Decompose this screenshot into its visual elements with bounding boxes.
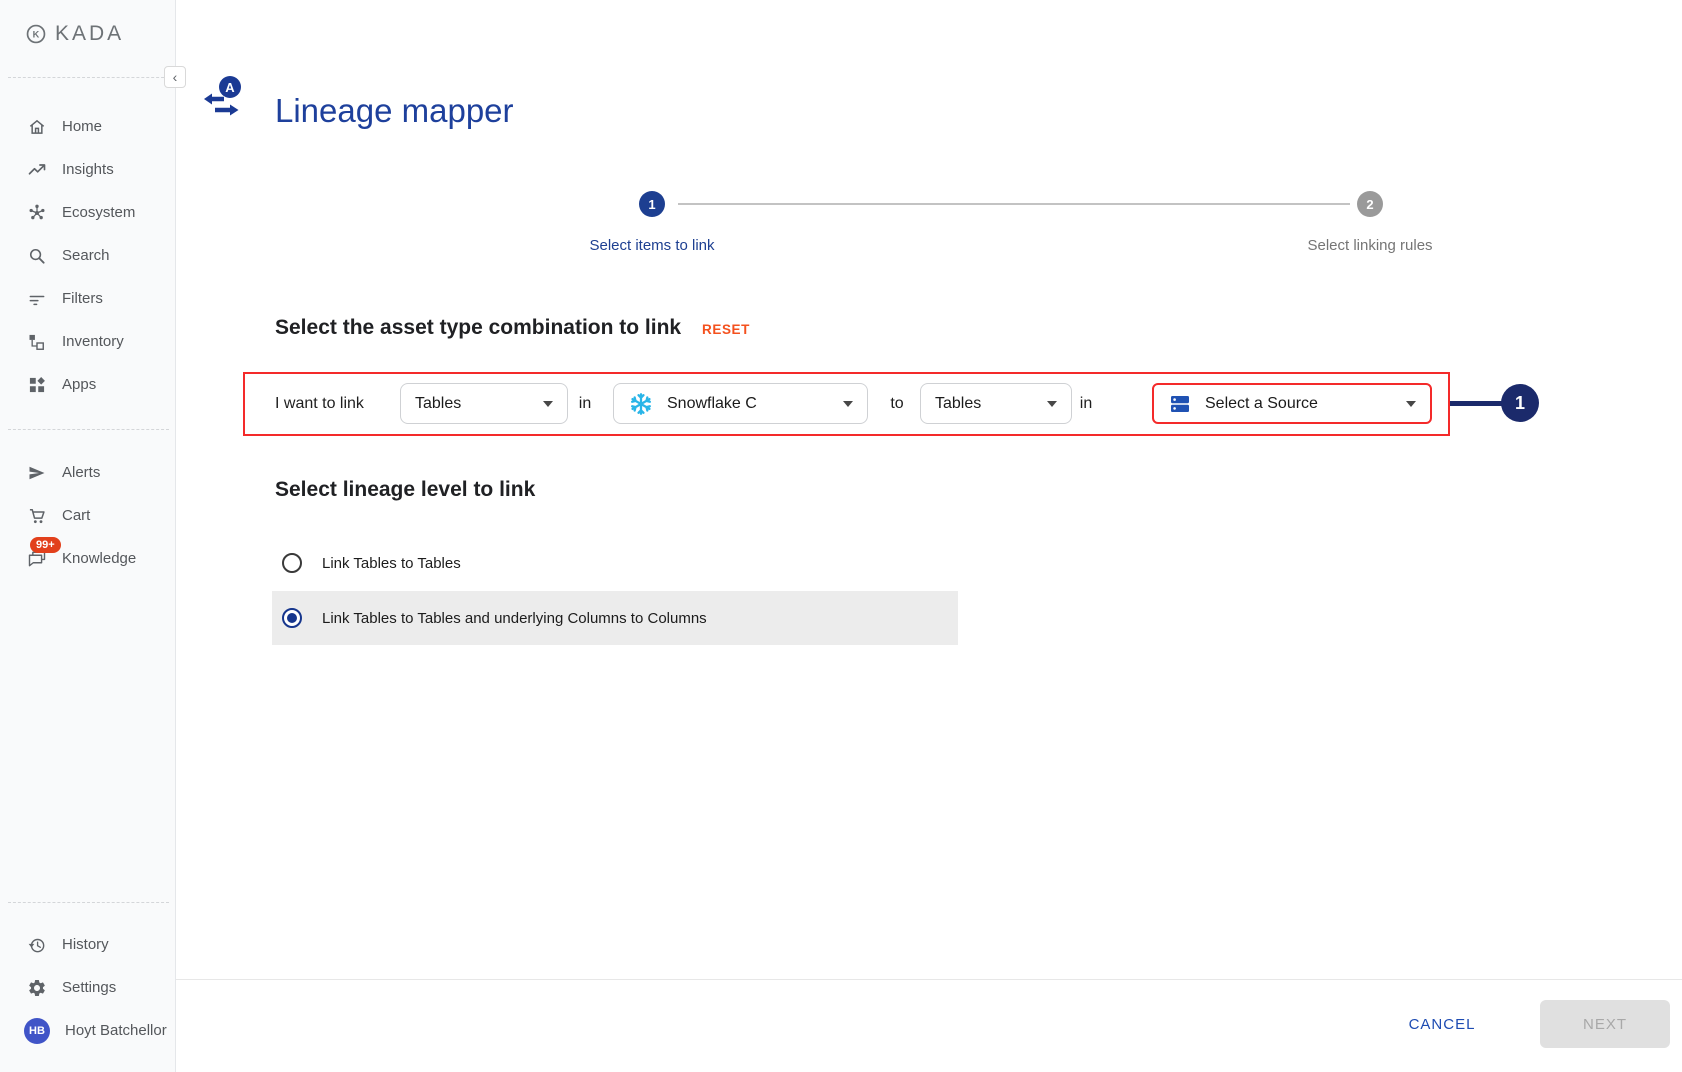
footer-divider <box>176 979 1682 980</box>
sidebar-item-alerts[interactable]: Alerts <box>0 451 175 494</box>
chevron-left-icon: ‹ <box>173 70 178 84</box>
cart-icon <box>27 506 47 526</box>
sidebar-item-ecosystem[interactable]: Ecosystem <box>0 191 175 234</box>
avatar: HB <box>24 1018 50 1044</box>
lineage-option-tables[interactable]: Link Tables to Tables <box>272 544 958 582</box>
sidebar-user[interactable]: HB Hoyt Batchellor <box>0 1009 175 1052</box>
target-type-value: Tables <box>935 395 981 413</box>
callout-connector-line <box>1450 401 1504 406</box>
step-1-circle[interactable]: 1 <box>639 191 665 217</box>
radio-checked[interactable] <box>282 608 302 628</box>
sidebar-item-home[interactable]: Home <box>0 105 175 148</box>
target-source-dropdown[interactable]: Select a Source <box>1152 383 1432 424</box>
search-icon <box>27 246 47 266</box>
history-icon <box>27 935 47 955</box>
sidebar-item-search[interactable]: Search <box>0 234 175 277</box>
sidebar-item-knowledge[interactable]: 99+ Knowledge <box>0 537 175 580</box>
alerts-icon <box>27 463 47 483</box>
snowflake-icon <box>628 391 654 417</box>
sidebar-divider <box>8 429 169 430</box>
ecosystem-icon <box>27 203 47 223</box>
sidebar-nav-secondary: Alerts Cart 99+ Knowledge <box>0 451 175 580</box>
sidebar-item-label: Apps <box>62 376 96 393</box>
sidebar-item-inventory[interactable]: Inventory <box>0 320 175 363</box>
sentence-prefix: I want to link <box>275 394 364 414</box>
brand-name: KADA <box>55 22 124 46</box>
asset-section-heading: Select the asset type combination to lin… <box>275 316 681 340</box>
sentence-connector: in <box>1075 394 1097 414</box>
step-1-number: 1 <box>648 197 655 212</box>
step-2-number: 2 <box>1366 197 1373 212</box>
sidebar-item-label: Filters <box>62 290 103 307</box>
lineage-mapper-icon: A <box>202 74 248 120</box>
sidebar-item-cart[interactable]: Cart <box>0 494 175 537</box>
main-content: A Lineage mapper 1 2 Select items to lin… <box>176 0 1682 1072</box>
chevron-down-icon <box>1047 401 1057 407</box>
option-label: Link Tables to Tables and underlying Col… <box>322 610 707 627</box>
sidebar-divider <box>8 902 169 903</box>
cancel-button[interactable]: CANCEL <box>1392 1008 1492 1040</box>
source-type-value: Tables <box>415 395 461 413</box>
user-name: Hoyt Batchellor <box>65 1022 167 1039</box>
source-icon <box>1168 392 1192 416</box>
page-title: Lineage mapper <box>275 92 514 130</box>
filters-icon <box>27 289 47 309</box>
sidebar-divider <box>8 77 169 78</box>
sidebar-item-insights[interactable]: Insights <box>0 148 175 191</box>
radio-unchecked[interactable] <box>282 553 302 573</box>
sidebar-item-settings[interactable]: Settings <box>0 966 175 1009</box>
home-icon <box>27 117 47 137</box>
lineage-option-tables-and-columns[interactable]: Link Tables to Tables and underlying Col… <box>272 591 958 645</box>
sidebar-collapse-button[interactable]: ‹ <box>164 66 186 88</box>
sidebar-item-label: History <box>62 936 109 953</box>
step-2-circle[interactable]: 2 <box>1357 191 1383 217</box>
sidebar-nav-footer: History Settings HB Hoyt Batchellor <box>0 923 175 1052</box>
reset-button[interactable]: RESET <box>702 322 750 337</box>
sentence-connector: to <box>885 394 909 414</box>
callout-number-badge: 1 <box>1501 384 1539 422</box>
sidebar-item-label: Settings <box>62 979 116 996</box>
source-dropdown[interactable]: Snowflake C <box>613 383 868 424</box>
sidebar-item-history[interactable]: History <box>0 923 175 966</box>
target-source-value: Select a Source <box>1205 395 1318 413</box>
next-button[interactable]: NEXT <box>1540 1000 1670 1048</box>
kada-logo-icon: K <box>26 24 46 44</box>
brand-logo: K KADA <box>26 22 124 46</box>
sidebar-item-label: Alerts <box>62 464 100 481</box>
sentence-connector: in <box>574 394 596 414</box>
sidebar-nav-primary: Home Insights <box>0 105 175 406</box>
callout-number: 1 <box>1515 393 1525 414</box>
step-1-label[interactable]: Select items to link <box>502 237 802 254</box>
stepper-connector <box>678 203 1350 205</box>
sidebar: K KADA ‹ Home Insights <box>0 0 176 1072</box>
option-label: Link Tables to Tables <box>322 555 461 572</box>
lineage-mapper-page: K KADA ‹ Home Insights <box>0 0 1682 1072</box>
chevron-down-icon <box>1406 401 1416 407</box>
knowledge-badge: 99+ <box>30 537 61 553</box>
inventory-icon <box>27 332 47 352</box>
sidebar-item-label: Search <box>62 247 110 264</box>
source-value: Snowflake C <box>667 395 757 413</box>
sidebar-item-filters[interactable]: Filters <box>0 277 175 320</box>
sidebar-item-label: Ecosystem <box>62 204 135 221</box>
sidebar-item-label: Cart <box>62 507 90 524</box>
chevron-down-icon <box>543 401 553 407</box>
lineage-section-heading: Select lineage level to link <box>275 478 535 502</box>
logo-letter: K <box>33 29 40 39</box>
source-type-dropdown[interactable]: Tables <box>400 383 568 424</box>
settings-icon <box>27 978 47 998</box>
step-2-label[interactable]: Select linking rules <box>1220 237 1520 254</box>
sidebar-item-label: Home <box>62 118 102 135</box>
lineage-icon-letter: A <box>225 80 235 95</box>
sidebar-item-label: Inventory <box>62 333 124 350</box>
sidebar-item-apps[interactable]: Apps <box>0 363 175 406</box>
chevron-down-icon <box>843 401 853 407</box>
insights-icon <box>27 160 47 180</box>
target-type-dropdown[interactable]: Tables <box>920 383 1072 424</box>
apps-icon <box>27 375 47 395</box>
sidebar-item-label: Insights <box>62 161 114 178</box>
sidebar-item-label: Knowledge <box>62 550 136 567</box>
